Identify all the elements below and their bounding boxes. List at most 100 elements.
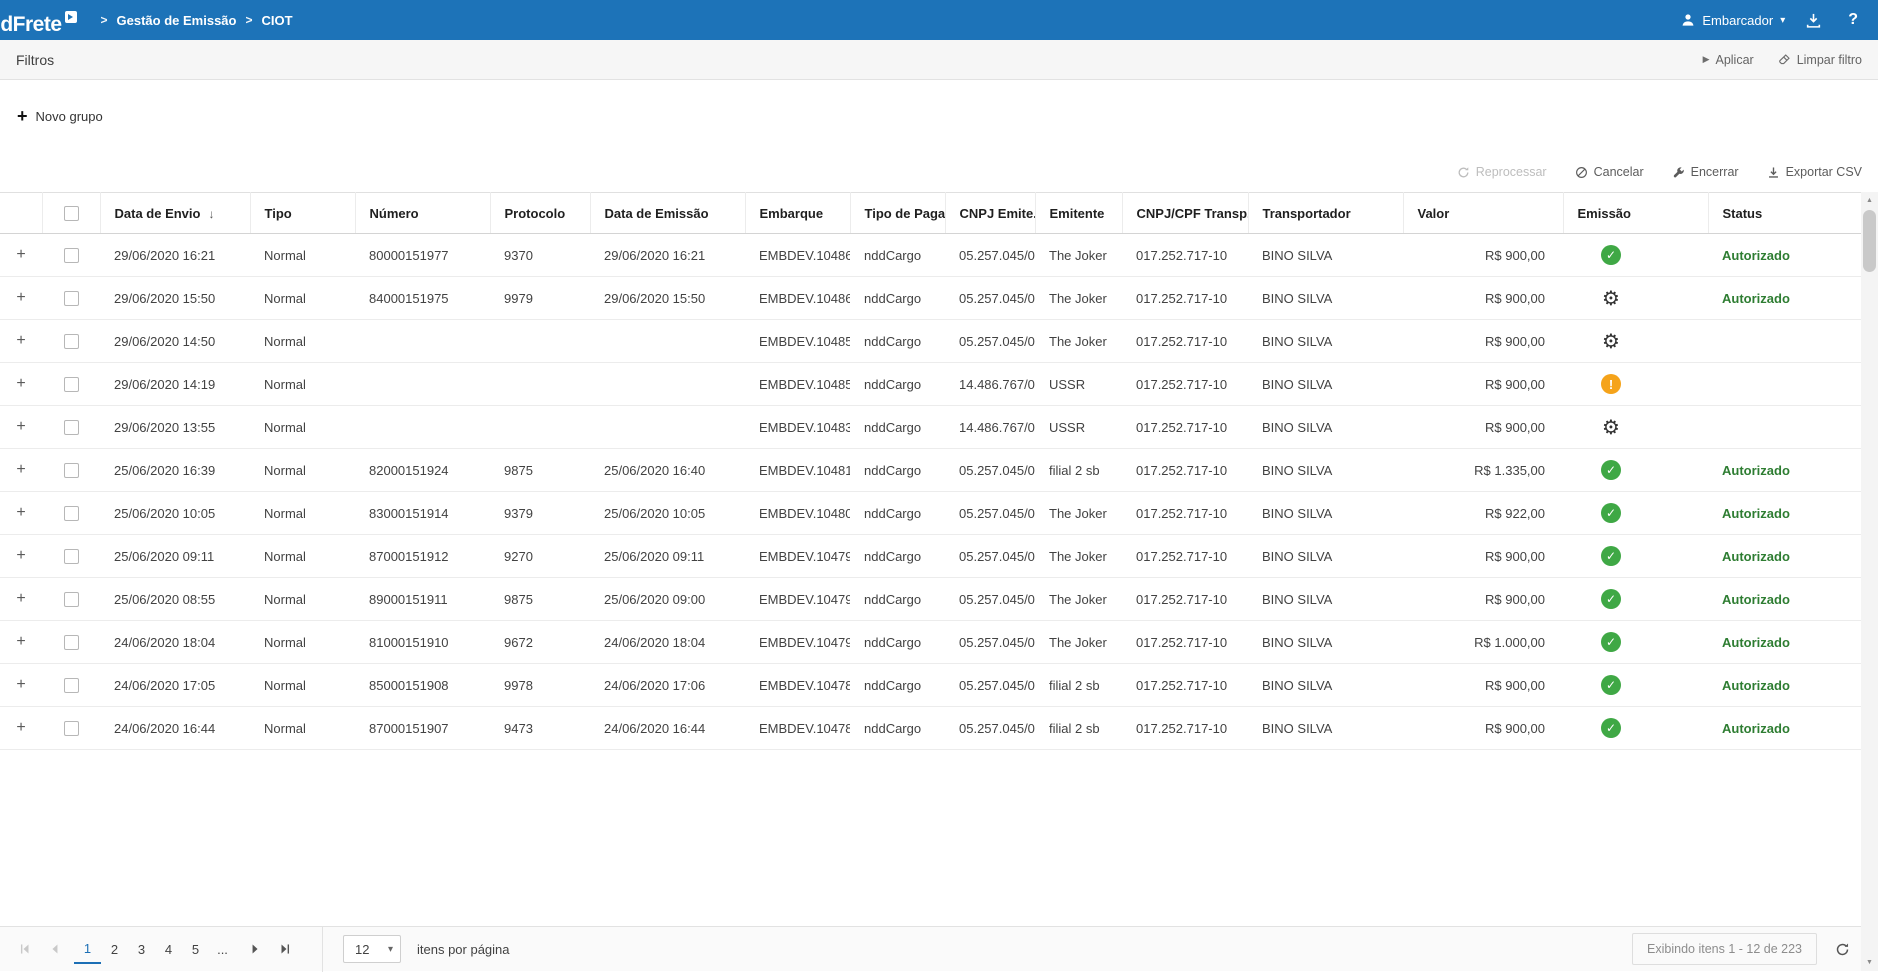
cell-numero: 80000151977 <box>355 234 490 277</box>
col-embarque[interactable]: Embarque <box>745 193 850 234</box>
row-checkbox[interactable] <box>64 592 79 607</box>
emission-success-icon: ✓ <box>1601 589 1621 609</box>
pager-page-1[interactable]: 1 <box>74 935 101 964</box>
cell-cnpj-cpf-transportador: 017.252.717-10 <box>1122 492 1248 535</box>
expand-row-button[interactable]: + <box>16 461 25 478</box>
filters-title: Filtros <box>16 52 54 68</box>
cell-protocolo: 9978 <box>490 664 590 707</box>
vertical-scrollbar[interactable]: ▲ ▼ <box>1861 192 1878 971</box>
cell-tipo-pagamento: nddCargo <box>850 449 945 492</box>
cell-select <box>42 277 100 320</box>
export-csv-button[interactable]: Exportar CSV <box>1767 165 1862 179</box>
wrench-icon <box>1672 166 1685 179</box>
cell-cnpj-cpf-transportador: 017.252.717-10 <box>1122 707 1248 750</box>
row-checkbox[interactable] <box>64 248 79 263</box>
expand-row-button[interactable]: + <box>16 719 25 736</box>
breadcrumb-ciot[interactable]: CIOT <box>262 13 293 28</box>
expand-row-button[interactable]: + <box>16 504 25 521</box>
row-checkbox[interactable] <box>64 463 79 478</box>
expand-row-button[interactable]: + <box>16 633 25 650</box>
col-status[interactable]: Status <box>1708 193 1861 234</box>
col-transportador[interactable]: Transportador <box>1248 193 1403 234</box>
scroll-down-arrow[interactable]: ▼ <box>1861 954 1878 971</box>
refresh-button[interactable] <box>1835 942 1850 957</box>
pager-prev-button[interactable] <box>40 927 70 972</box>
pager-more-button[interactable]: ... <box>209 935 236 964</box>
expand-row-button[interactable]: + <box>16 332 25 349</box>
page-size-label: itens por página <box>417 942 510 957</box>
cell-numero: 84000151975 <box>355 277 490 320</box>
cell-numero <box>355 363 490 406</box>
cell-data-de-envio: 25/06/2020 09:11 <box>100 535 250 578</box>
cell-embarque: EMBDEV.104862 <box>745 234 850 277</box>
download-button[interactable] <box>1805 12 1822 29</box>
expand-row-button[interactable]: + <box>16 246 25 263</box>
page-size-select[interactable]: 12 ▾ <box>343 935 401 963</box>
cell-data-de-envio: 24/06/2020 17:05 <box>100 664 250 707</box>
close-ciot-button[interactable]: Encerrar <box>1672 165 1739 179</box>
pager-page-3[interactable]: 3 <box>128 935 155 964</box>
col-data-de-emissao[interactable]: Data de Emissão <box>590 193 745 234</box>
col-tipo-pagamento[interactable]: Tipo de Paga... <box>850 193 945 234</box>
cell-emissao: ✓ <box>1563 664 1708 707</box>
reprocess-button[interactable]: Reprocessar <box>1457 165 1547 179</box>
scrollbar-thumb[interactable] <box>1863 210 1876 272</box>
top-navigation-bar: ldFrete > Gestão de Emissão > CIOT Embar… <box>0 0 1878 40</box>
cell-tipo: Normal <box>250 707 355 750</box>
clear-filter-button[interactable]: Limpar filtro <box>1778 53 1862 67</box>
pager-right: Exibindo itens 1 - 12 de 223 <box>1632 933 1850 965</box>
cell-status: Autorizado <box>1708 535 1861 578</box>
expand-row-button[interactable]: + <box>16 547 25 564</box>
row-checkbox[interactable] <box>64 420 79 435</box>
new-group-button[interactable]: + Novo grupo <box>17 107 103 125</box>
cell-tipo: Normal <box>250 320 355 363</box>
cell-tipo: Normal <box>250 535 355 578</box>
row-checkbox[interactable] <box>64 506 79 521</box>
row-checkbox[interactable] <box>64 334 79 349</box>
table-row: + 25/06/2020 16:39 Normal 82000151924 98… <box>0 449 1861 492</box>
row-checkbox[interactable] <box>64 549 79 564</box>
col-data-de-envio[interactable]: Data de Envio↓ <box>100 193 250 234</box>
expand-row-button[interactable]: + <box>16 375 25 392</box>
expand-row-button[interactable]: + <box>16 590 25 607</box>
cell-emissao: ✓ <box>1563 492 1708 535</box>
group-bar: + Novo grupo <box>0 80 1878 152</box>
expand-row-button[interactable]: + <box>16 289 25 306</box>
col-emitente[interactable]: Emitente <box>1035 193 1122 234</box>
pager-first-button[interactable] <box>10 927 40 972</box>
cell-protocolo: 9875 <box>490 578 590 621</box>
cell-embarque: EMBDEV.104799 <box>745 535 850 578</box>
pager-last-button[interactable] <box>270 927 300 972</box>
apply-filter-button[interactable]: ▶ Aplicar <box>1703 53 1754 67</box>
cell-cnpj-cpf-transportador: 017.252.717-10 <box>1122 234 1248 277</box>
select-all-checkbox[interactable] <box>64 206 79 221</box>
col-valor[interactable]: Valor <box>1403 193 1563 234</box>
col-tipo[interactable]: Tipo <box>250 193 355 234</box>
row-checkbox[interactable] <box>64 291 79 306</box>
row-checkbox[interactable] <box>64 635 79 650</box>
help-button[interactable]: ? <box>1842 11 1864 29</box>
scroll-up-arrow[interactable]: ▲ <box>1861 192 1878 209</box>
row-checkbox[interactable] <box>64 721 79 736</box>
cell-tipo-pagamento: nddCargo <box>850 406 945 449</box>
col-numero[interactable]: Número <box>355 193 490 234</box>
pager-page-4[interactable]: 4 <box>155 935 182 964</box>
expand-row-button[interactable]: + <box>16 418 25 435</box>
cell-transportador: BINO SILVA <box>1248 320 1403 363</box>
row-checkbox[interactable] <box>64 377 79 392</box>
col-cnpj-cpf-transportador[interactable]: CNPJ/CPF Transp... <box>1122 193 1248 234</box>
cell-cnpj-emitente: 05.257.045/0... <box>945 320 1035 363</box>
pager-page-2[interactable]: 2 <box>101 935 128 964</box>
pager-next-button[interactable] <box>240 927 270 972</box>
row-checkbox[interactable] <box>64 678 79 693</box>
cell-emissao: ✓ <box>1563 234 1708 277</box>
profile-menu[interactable]: Embarcador ▾ <box>1681 13 1785 28</box>
col-protocolo[interactable]: Protocolo <box>490 193 590 234</box>
breadcrumb-gestao-emissao[interactable]: Gestão de Emissão <box>117 13 237 28</box>
col-emissao[interactable]: Emissão <box>1563 193 1708 234</box>
expand-row-button[interactable]: + <box>16 676 25 693</box>
cell-transportador: BINO SILVA <box>1248 449 1403 492</box>
cancel-button[interactable]: Cancelar <box>1575 165 1644 179</box>
col-cnpj-emitente[interactable]: CNPJ Emite... <box>945 193 1035 234</box>
pager-page-5[interactable]: 5 <box>182 935 209 964</box>
